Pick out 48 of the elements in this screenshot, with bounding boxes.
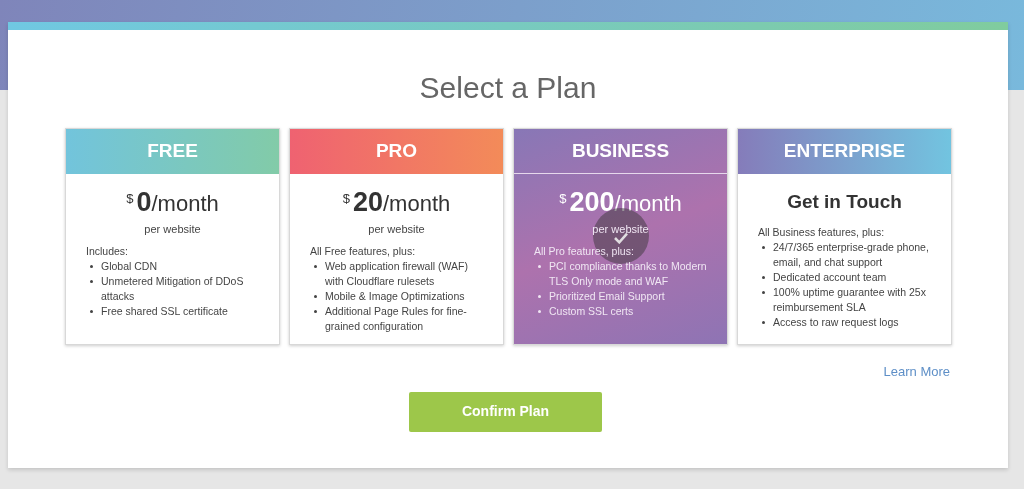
feature-item: Dedicated account team <box>773 270 887 285</box>
bullet-icon <box>538 264 541 268</box>
checkmark-icon <box>613 232 629 244</box>
feature-item: Access to raw request logs <box>773 315 899 330</box>
plan-name: BUSINESS <box>571 138 670 163</box>
feature-item: Mobile & Image Optimizations <box>325 288 465 304</box>
price-unit: per website <box>368 222 425 237</box>
bullet-icon <box>314 294 317 298</box>
bullet-icon <box>762 276 765 279</box>
price-unit: per website <box>144 222 201 237</box>
plan-name: ENTERPRISE <box>783 139 906 164</box>
features-intro: Includes: <box>86 243 129 259</box>
plan-price: $20/month <box>342 189 451 216</box>
feature-item: 24/7/365 enterprise-grade phone, email, and chat support <box>773 240 930 270</box>
plan-name: PRO <box>375 139 418 164</box>
plan-headline: Get in Touch <box>787 190 902 214</box>
feature-item: Custom SSL certs <box>549 303 634 319</box>
plan-price: $200/month <box>559 189 682 216</box>
plan-price: $0/month <box>126 189 219 216</box>
plan-card[interactable] <box>737 128 952 345</box>
feature-item: Unmetered Mitigation of DDoS attacks <box>101 273 245 304</box>
features-intro: All Free features, plus: <box>310 243 416 259</box>
plan-name: FREE <box>147 139 198 164</box>
bullet-icon <box>90 264 93 268</box>
bullet-icon <box>314 309 317 313</box>
feature-item: Global CDN <box>101 258 158 274</box>
bullet-icon <box>538 309 541 313</box>
features-intro: All Pro features, plus: <box>534 243 634 259</box>
feature-item: 100% uptime guarantee with 25x reimbursement SLA <box>773 285 927 315</box>
bullet-icon <box>538 294 541 298</box>
bullet-icon <box>762 291 765 294</box>
bullet-icon <box>762 246 765 249</box>
feature-item: Free shared SSL certificate <box>101 303 228 319</box>
feature-item: Prioritized Email Support <box>549 288 665 304</box>
feature-item: Additional Page Rules for fine-grained configuration <box>325 303 468 334</box>
bullet-icon <box>90 279 93 283</box>
features-intro: All Business features, plus: <box>758 225 885 240</box>
feature-item: Web application firewall (WAF) with Cloudflare rulesets <box>325 258 469 289</box>
dialog-title: Select a Plan <box>418 70 598 106</box>
bullet-icon <box>314 264 317 268</box>
bullet-icon <box>90 309 93 313</box>
plan-card[interactable]: PRO $20/month per website All Free features, plus: Web application firewall (WAF) with Cloudflare rulesets Mobile & Image Optimizations Additional Page Rules for fine-grained configuration <box>289 128 504 345</box>
feature-item: PCI compliance thanks to Modern TLS Only mode and WAF <box>549 258 707 289</box>
plan-card[interactable]: FREE $0/month per website Includes: Global CDN Unmetered Mitigation of DDoS attacks Free shared SSL certificate <box>65 128 280 345</box>
plan-card[interactable]: BUSINESS $200/month per website All Pro features, plus: PCI compliance thanks to Modern TLS Only mode and WAF Prioritized Email Support Custom SSL certs <box>513 128 728 345</box>
bullet-icon <box>762 321 765 324</box>
learn-more-link[interactable]: Learn More <box>883 362 950 382</box>
price-unit: per website <box>592 222 649 237</box>
